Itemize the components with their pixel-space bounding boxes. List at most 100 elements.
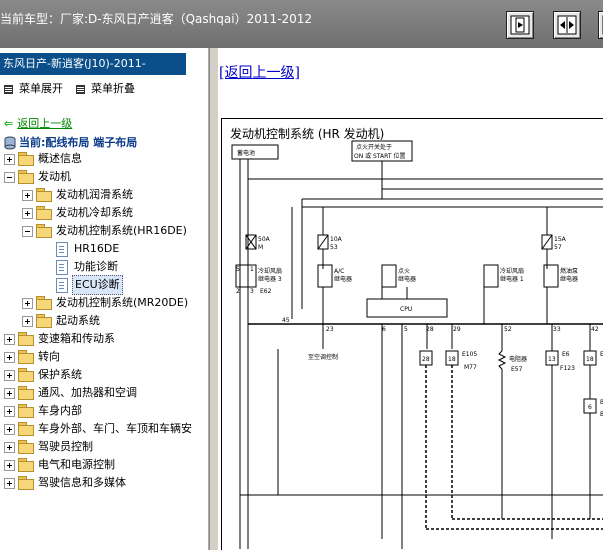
database-icon — [4, 136, 16, 150]
document-icon — [56, 278, 68, 293]
tree-item-steering[interactable]: 转向 — [0, 348, 200, 366]
folder-icon — [18, 404, 34, 418]
tree-item-electrical-power[interactable]: 电气和电源控制 — [0, 456, 200, 474]
tree-item-label: 转向 — [38, 350, 60, 363]
relay-pin-3: 3 — [250, 288, 254, 295]
tree-item-transmission[interactable]: 变速箱和传动系 — [0, 330, 200, 348]
folder-icon — [18, 422, 34, 436]
top-bar: 当前车型：厂家:D-东风日产逍客（Qashqai）2011-2012 — [0, 0, 603, 48]
folder-icon — [36, 188, 52, 202]
tree-item-label: 发动机控制系统(MR20DE) — [56, 296, 189, 309]
expand-icon[interactable] — [4, 154, 15, 165]
tree-item-engine-cooling[interactable]: 发动机冷却系统 — [0, 204, 200, 222]
tree-item-label: 驾驶信息和多媒体 — [38, 476, 126, 489]
resistor — [497, 350, 507, 370]
relay-ac-sub: 继电器 — [334, 275, 352, 283]
expand-icon[interactable] — [4, 478, 15, 489]
tree-item-driver-controls[interactable]: 驾驶员控制 — [0, 438, 200, 456]
expand-icon[interactable] — [22, 208, 33, 219]
content-panel: [返回上一级] 发动机控制系统 (HR 发动机) 蓄电池 点火开关处于 ON 或… — [218, 48, 603, 550]
expand-icon[interactable] — [4, 334, 15, 345]
pin-29: 29 — [453, 326, 461, 333]
connector-18-pin: 18 — [448, 356, 456, 363]
tree-item-label: 通风、加热器和空调 — [38, 386, 137, 399]
expand-icon[interactable] — [22, 298, 33, 309]
tree-item-label: 发动机控制系统(HR16DE) — [56, 224, 187, 237]
tree-item-label: 发动机 — [38, 170, 71, 183]
expand-icon[interactable] — [4, 460, 15, 471]
ignition-label-2: ON 或 START 位置 — [354, 152, 405, 160]
tree-item-protection[interactable]: 保护系统 — [0, 366, 200, 384]
single-frame-icon — [510, 15, 530, 35]
relay-fuel-pump — [543, 264, 559, 288]
document-icon — [56, 242, 68, 257]
relay-fan-1 — [483, 264, 499, 288]
tree-item-label: 电气和电源控制 — [38, 458, 115, 471]
battery-label: 蓄电池 — [237, 149, 255, 157]
folder-icon — [36, 296, 52, 310]
current-location-label: 当前:配线布局 端子布局 — [19, 136, 138, 149]
connector-e105: E105 — [462, 351, 477, 358]
tree-item-label: 车身外部、车门、车顶和车辆安 — [38, 422, 192, 435]
pin-42: 42 — [591, 326, 599, 333]
tree-header: 东风日产-新逍客(J10)-2011- — [0, 53, 186, 75]
expand-icon[interactable] — [4, 370, 15, 381]
expand-icon[interactable] — [4, 352, 15, 363]
connector-e57: E57 — [511, 366, 523, 373]
connector-e62: E62 — [260, 288, 272, 295]
collapse-all-button[interactable]: 菜单折叠 — [76, 80, 135, 96]
tree-item-hvac[interactable]: 通风、加热器和空调 — [0, 384, 200, 402]
fuse-50a-code: M — [258, 244, 263, 251]
tree-item-overview[interactable]: 概述信息 — [0, 150, 200, 168]
expand-icon[interactable] — [4, 406, 15, 417]
collapse-icon[interactable] — [4, 172, 15, 183]
expand-all-button[interactable]: 菜单展开 — [4, 80, 63, 96]
pin-5: 5 — [404, 326, 408, 333]
tree-item-label: 起动系统 — [56, 314, 100, 327]
folder-icon — [36, 314, 52, 328]
tree-item-function-diagnosis[interactable]: 功能诊断 — [0, 258, 200, 276]
tree-item-engine[interactable]: 发动机 — [0, 168, 200, 186]
tree-item-starting-system[interactable]: 起动系统 — [0, 312, 200, 330]
relay-ignition — [381, 264, 397, 288]
tree-item-driver-info-multimedia[interactable]: 驾驶信息和多媒体 — [0, 474, 200, 492]
split-frame-button[interactable] — [553, 11, 581, 39]
wiring-diagram: 发动机控制系统 (HR 发动机) 蓄电池 点火开关处于 ON 或 START 位… — [221, 118, 603, 550]
collapse-icon[interactable] — [22, 226, 33, 237]
tree-item-label: 功能诊断 — [74, 260, 118, 273]
fuse-10a-label: 10A — [330, 236, 343, 243]
collapse-all-label: 菜单折叠 — [91, 82, 135, 95]
current-location: 当前:配线布局 端子布局 — [4, 134, 137, 150]
resistor-label: 电阻器 — [509, 355, 527, 363]
tree-item-body-exterior[interactable]: 车身外部、车门、车顶和车辆安 — [0, 420, 208, 438]
fuse-10a-code: 53 — [330, 244, 338, 251]
tree-item-ecu-diagnosis[interactable]: ECU诊断 — [0, 275, 200, 295]
tree-item-engine-control-hr16de[interactable]: 发动机控制系统(HR16DE) — [0, 222, 208, 240]
expand-icon[interactable] — [22, 190, 33, 201]
return-link[interactable]: [返回上一级] — [219, 62, 300, 82]
expand-icon[interactable] — [4, 424, 15, 435]
expand-icon[interactable] — [4, 388, 15, 399]
connector-f123: F123 — [560, 365, 575, 372]
split-frame-icon — [557, 15, 577, 35]
expand-icon[interactable] — [22, 316, 33, 327]
back-arrow-icon: ⇐ — [4, 117, 14, 130]
expand-all-label: 菜单展开 — [19, 82, 63, 95]
tree-item-label: 发动机冷却系统 — [56, 206, 133, 219]
folder-icon — [18, 440, 34, 454]
frame-button[interactable] — [598, 11, 603, 39]
tree-item-engine-control-mr20de[interactable]: 发动机控制系统(MR20DE) — [0, 294, 208, 312]
ignition-label-1: 点火开关处于 — [356, 143, 392, 151]
menu-icon — [4, 84, 13, 94]
to-ac-control-label: 至空调控制 — [308, 353, 338, 361]
tree-item-body-interior[interactable]: 车身内部 — [0, 402, 200, 420]
single-frame-button[interactable] — [506, 11, 534, 39]
tree-item-label: ECU诊断 — [72, 275, 123, 295]
expand-icon[interactable] — [4, 442, 15, 453]
relay-ac-label: A/C — [334, 268, 344, 275]
back-link[interactable]: ⇐ 返回上一级 — [4, 115, 72, 131]
folder-icon — [18, 386, 34, 400]
tree-item-engine-lubrication[interactable]: 发动机润滑系统 — [0, 186, 200, 204]
tree-item-hr16de[interactable]: HR16DE — [0, 240, 200, 258]
folder-icon — [18, 332, 34, 346]
